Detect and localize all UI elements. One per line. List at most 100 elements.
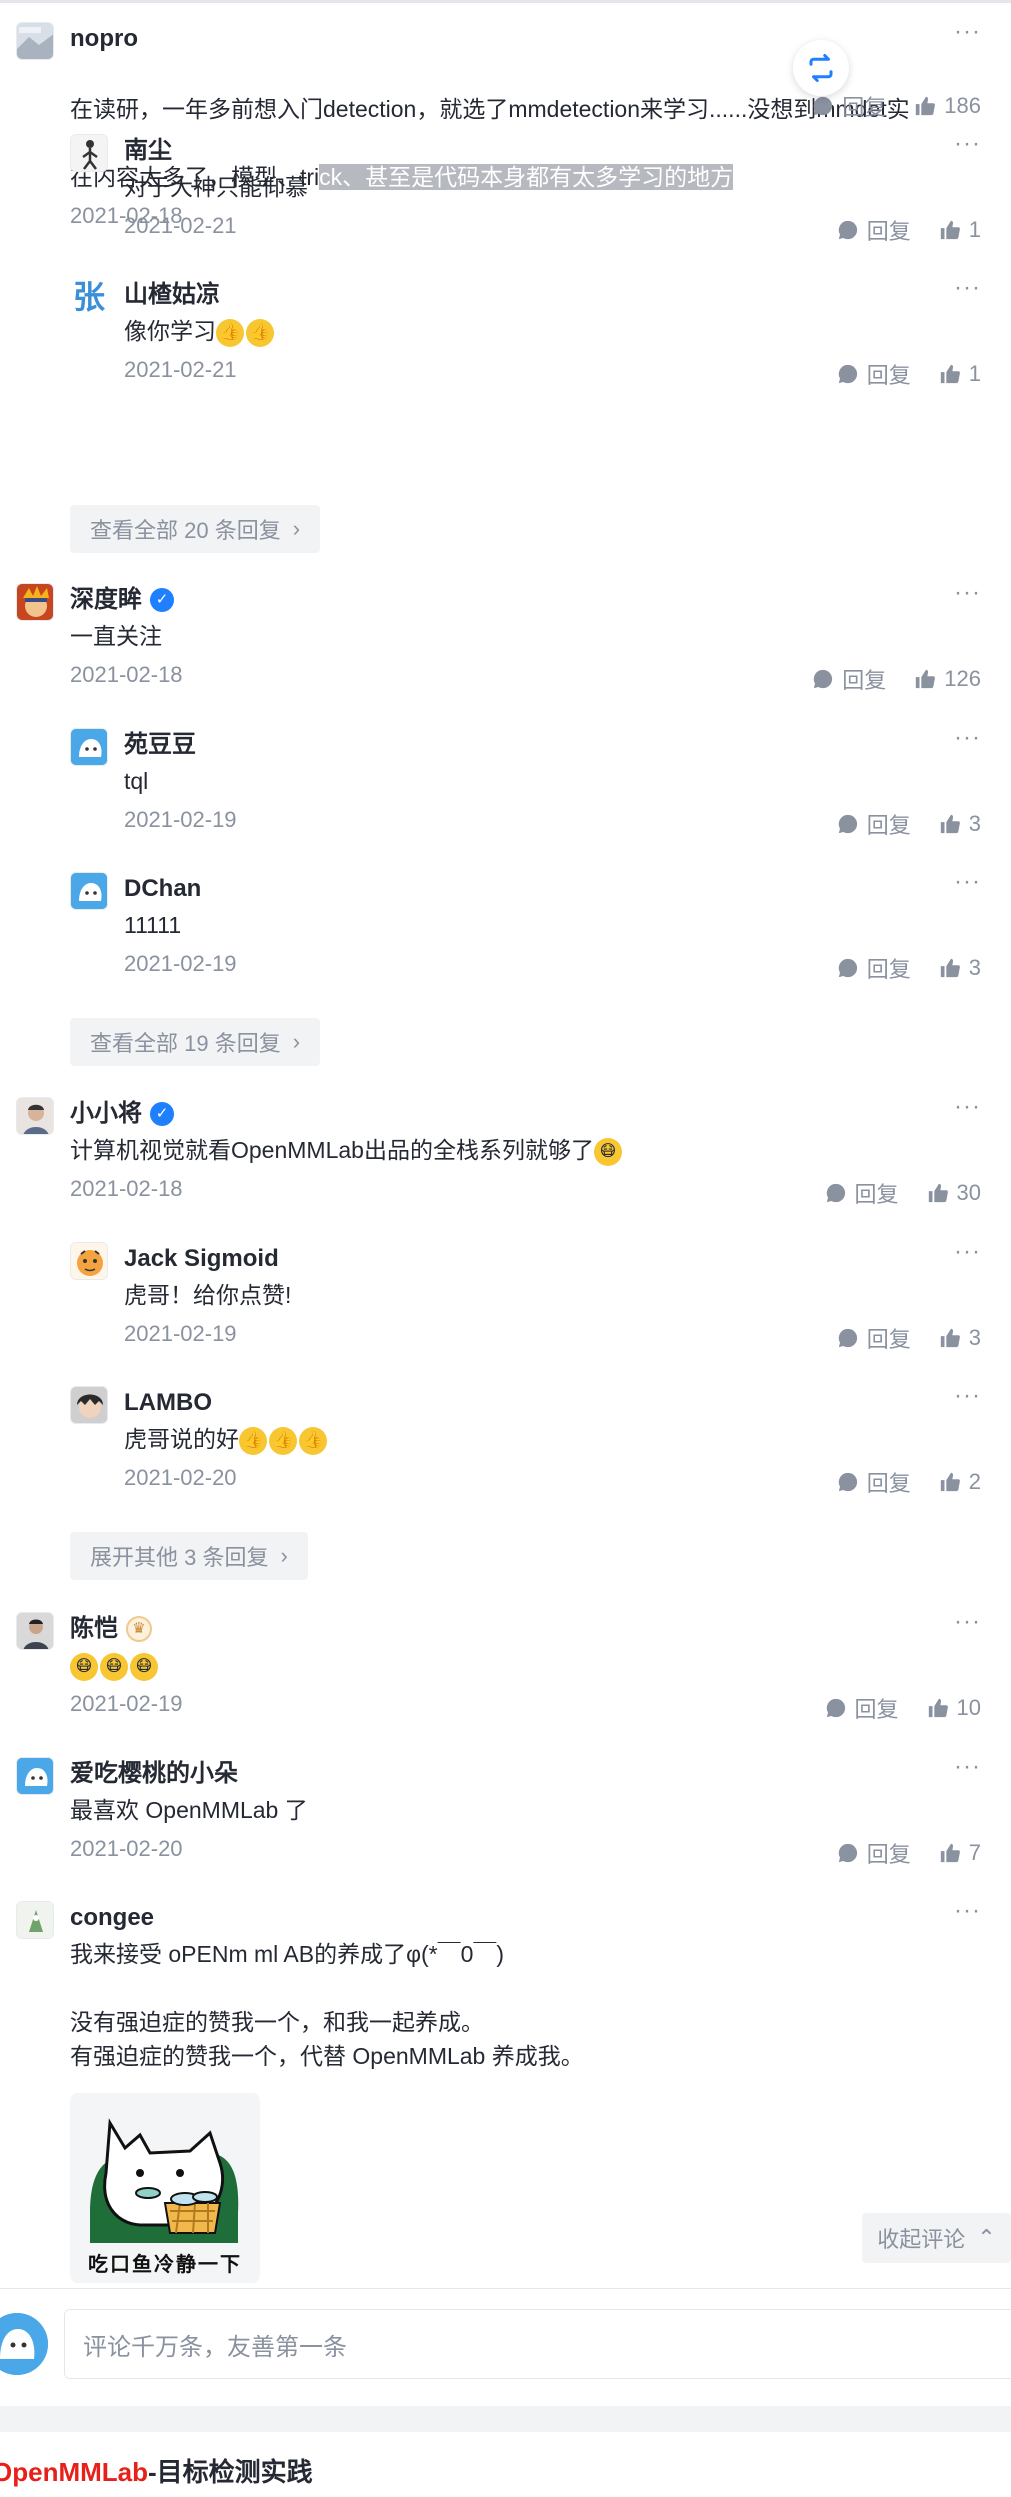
- avatar[interactable]: [16, 1612, 54, 1650]
- avatar[interactable]: [70, 872, 108, 910]
- avatar[interactable]: [70, 728, 108, 766]
- more-icon[interactable]: ···: [954, 132, 981, 156]
- reply-button[interactable]: 回复: [837, 1466, 911, 1498]
- username[interactable]: 陈恺: [70, 1612, 118, 1646]
- username[interactable]: 深度眸: [70, 583, 142, 617]
- avatar[interactable]: [16, 583, 54, 621]
- like-button[interactable]: 3: [939, 811, 981, 837]
- comment-icon: [838, 1472, 857, 1492]
- like-count: 3: [968, 811, 981, 836]
- comment-input[interactable]: 评论千万条，友善第一条: [64, 2309, 1011, 2379]
- reply-button[interactable]: 回复: [825, 1692, 899, 1724]
- thumbs-up-emoji: 👍: [239, 1426, 267, 1455]
- view-all-replies-button[interactable]: 查看全部 20 条回复 ›: [70, 505, 321, 553]
- thumbs-up-icon: [928, 1183, 948, 1203]
- like-count: 3: [968, 1325, 981, 1350]
- username[interactable]: 小小将: [70, 1097, 142, 1131]
- reply-button[interactable]: 回复: [837, 214, 911, 246]
- next-article-title[interactable]: OpenMMLab-目标检测实践: [0, 2452, 313, 2489]
- more-icon[interactable]: ···: [954, 1610, 981, 1634]
- comment-icon: [814, 96, 833, 116]
- avatar[interactable]: [16, 1901, 54, 1939]
- thumbs-up-icon: [928, 1698, 948, 1718]
- level-badge-icon: ♛: [126, 1616, 152, 1642]
- chevron-up-icon: ⌃: [977, 2225, 996, 2250]
- sticker-image[interactable]: 吃口鱼冷静一下: [70, 2093, 260, 2283]
- comment-text: 一直关注: [70, 623, 162, 649]
- comment-icon: [838, 1843, 857, 1863]
- username[interactable]: congee: [70, 1901, 154, 1935]
- more-icon[interactable]: ···: [954, 581, 981, 605]
- like-button[interactable]: 3: [939, 1325, 981, 1351]
- more-icon[interactable]: ···: [954, 1899, 981, 1923]
- username[interactable]: Jack Sigmoid: [124, 1242, 279, 1276]
- comment-text: 对于大神只能仰慕: [124, 174, 308, 200]
- like-button[interactable]: 3: [939, 955, 981, 981]
- like-button[interactable]: 1: [939, 217, 981, 243]
- more-icon[interactable]: ···: [954, 726, 981, 750]
- comment-text: tql: [124, 768, 149, 794]
- username[interactable]: DChan: [124, 872, 201, 906]
- avatar[interactable]: [16, 1757, 54, 1795]
- comment-icon: [826, 1183, 845, 1203]
- avatar[interactable]: [70, 134, 108, 172]
- reply-button[interactable]: 回复: [825, 1177, 899, 1209]
- username[interactable]: 爱吃樱桃的小朵: [70, 1757, 238, 1791]
- reply-button[interactable]: 回复: [837, 1837, 911, 1869]
- like-button[interactable]: 186: [914, 93, 981, 119]
- like-button[interactable]: 126: [914, 666, 981, 692]
- reply-button[interactable]: 回复: [837, 808, 911, 840]
- more-icon[interactable]: ···: [954, 1755, 981, 1779]
- thumbs-up-icon: [940, 1328, 960, 1348]
- like-button[interactable]: 30: [927, 1180, 981, 1206]
- praise-emoji: 😷: [593, 1137, 622, 1166]
- avatar[interactable]: [70, 1386, 108, 1424]
- username[interactable]: 南尘: [124, 134, 172, 168]
- more-icon[interactable]: ···: [954, 870, 981, 894]
- comment-text: 计算机视觉就看OpenMMLab出品的全栈系列就够了 😷: [70, 1133, 981, 1167]
- comment-item: congee 我来接受 oPENm ml AB的养成了φ(*￣0￣) 没有强迫症…: [16, 1899, 1011, 2091]
- comment-text: 虎哥！给你点赞!: [124, 1282, 292, 1308]
- more-icon[interactable]: ···: [954, 20, 981, 44]
- username[interactable]: LAMBO: [124, 1386, 212, 1420]
- reply-item: 南尘 对于大神只能仰慕 2021-02-21 ··· 回复 1: [70, 132, 1011, 244]
- avatar[interactable]: [70, 1242, 108, 1280]
- reply-button[interactable]: 回复: [837, 358, 911, 390]
- thumbs-up-icon: [916, 96, 936, 116]
- avatar[interactable]: [16, 1097, 54, 1135]
- view-all-replies-button[interactable]: 查看全部 19 条回复 ›: [70, 1018, 321, 1066]
- comment-text: 虎哥说的好 👍 👍 👍: [124, 1422, 981, 1456]
- like-count: 126: [944, 666, 981, 691]
- username[interactable]: nopro: [70, 22, 138, 56]
- comment-text: 最喜欢 OpenMMLab 了: [70, 1797, 308, 1823]
- like-button[interactable]: 1: [939, 361, 981, 387]
- reply-item: 苑豆豆 tql 2021-02-19 ··· 回复 3: [70, 726, 1011, 838]
- praise-emoji: 😷: [70, 1652, 98, 1681]
- comment-text: 😷 😷 😷: [70, 1648, 981, 1682]
- comment-icon: [814, 669, 833, 689]
- repost-icon[interactable]: [793, 40, 849, 96]
- more-icon[interactable]: ···: [954, 276, 981, 300]
- collapse-comments-button[interactable]: 收起评论 ⌃: [862, 2213, 1011, 2263]
- like-button[interactable]: 10: [927, 1695, 981, 1721]
- verified-icon: ✓: [150, 1102, 174, 1126]
- comment-icon: [838, 814, 857, 834]
- avatar[interactable]: 张: [70, 278, 108, 316]
- more-icon[interactable]: ···: [954, 1384, 981, 1408]
- username[interactable]: 苑豆豆: [124, 728, 196, 762]
- like-count: 10: [956, 1695, 981, 1720]
- more-icon[interactable]: ···: [954, 1095, 981, 1119]
- username[interactable]: 山楂姑凉: [124, 278, 220, 312]
- reply-button[interactable]: 回复: [837, 1322, 911, 1354]
- more-icon[interactable]: ···: [954, 1240, 981, 1264]
- avatar[interactable]: [16, 22, 54, 60]
- avatar: [0, 2313, 48, 2375]
- expand-replies-button[interactable]: 展开其他 3 条回复 ›: [70, 1532, 308, 1580]
- like-count: 3: [968, 955, 981, 980]
- reply-button[interactable]: 回复: [837, 952, 911, 984]
- like-button[interactable]: 2: [939, 1469, 981, 1495]
- comment-item: 陈恺 ♛ 😷 😷 😷 2021-02-19 ··· 回复 10: [16, 1610, 1011, 1722]
- like-button[interactable]: 7: [939, 1840, 981, 1866]
- reply-button[interactable]: 回复: [812, 663, 886, 695]
- like-count: 30: [956, 1180, 981, 1205]
